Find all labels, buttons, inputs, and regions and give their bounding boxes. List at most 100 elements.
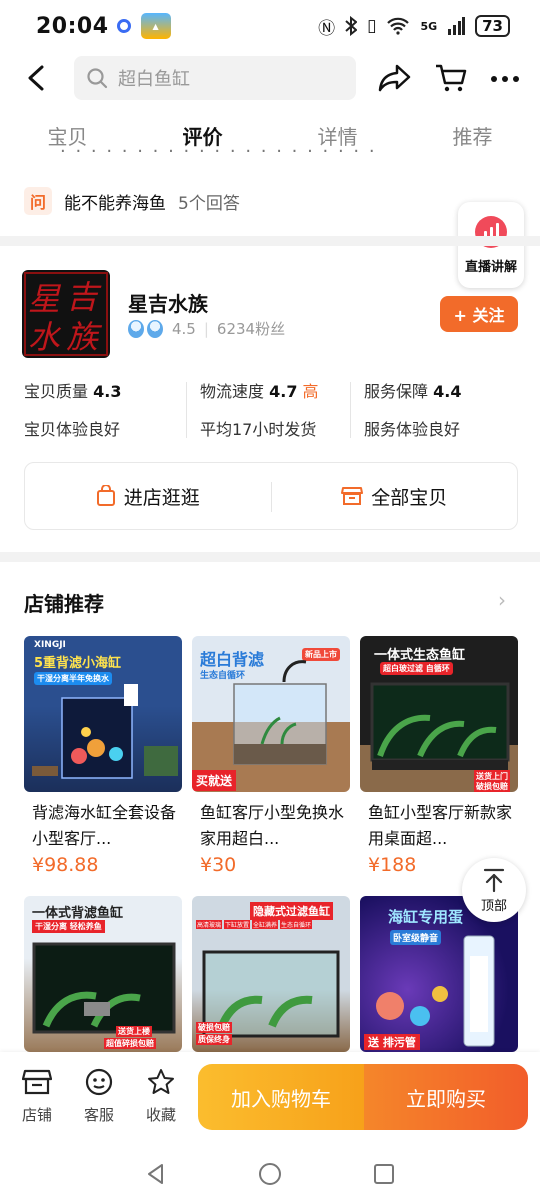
all-items-label: 全部宝贝 — [371, 486, 448, 509]
nav-home-icon[interactable] — [258, 1162, 282, 1186]
notification-dot-icon — [116, 19, 131, 33]
shop-actions: 进店逛逛 全部宝贝 — [24, 462, 518, 530]
metric-desc: 宝贝体验良好 — [24, 420, 121, 439]
qa-question: 能不能养海鱼 — [64, 193, 166, 214]
shop-logo-char: 族 — [66, 318, 103, 356]
metric-service: 服务保障 4.4 服务体验良好 — [364, 378, 524, 440]
product-image: 一体式背滤鱼缸 干湿分离 轻松养鱼 送货上楼 超值碎损包赔 — [24, 896, 182, 1052]
favorite-button[interactable]: 收藏 — [136, 1068, 186, 1125]
metric-score: 4.3 — [93, 382, 122, 401]
nav-recents-icon[interactable] — [372, 1162, 396, 1186]
search-icon — [87, 68, 108, 89]
cart-icon[interactable] — [434, 62, 468, 94]
more-icon[interactable] — [488, 62, 522, 94]
image-tag: 送 排污管 — [364, 1034, 420, 1050]
qa-answer-count: 5个回答 — [178, 193, 240, 214]
product-image: 一体式生态鱼缸 超白玻过滤 自循环 送货上门 破损包赔 — [360, 636, 518, 792]
qa-item[interactable]: 问 能不能养海鱼 5个回答 — [24, 184, 240, 218]
section-divider — [0, 236, 540, 246]
bag-icon — [96, 485, 115, 506]
search-input[interactable]: 超白鱼缸 — [74, 56, 356, 100]
product-card[interactable]: XINGJI 5重背滤小海缸 干湿分离半年免换水 背滤海水缸全套设备小型客厅..… — [24, 636, 182, 876]
status-bar: 20:04 ▲ Ⓝ ▯ 5G 73 — [0, 0, 540, 52]
signal-icon — [448, 17, 466, 35]
product-image: XINGJI 5重背滤小海缸 干湿分离半年免换水 — [24, 636, 182, 792]
shop-logo-char: 星 — [28, 280, 62, 318]
shop-logo-char: 吉 — [66, 278, 102, 316]
live-explain-label: 直播讲解 — [464, 259, 517, 275]
aquarium-illustration — [32, 684, 178, 779]
chevron-right-icon[interactable]: › — [498, 588, 506, 612]
nfc-icon: Ⓝ — [318, 18, 336, 39]
follow-button[interactable]: + 关注 — [440, 296, 518, 332]
metric-key: 宝贝质量 — [24, 382, 89, 401]
shop-meta: 4.5 | 6234粉丝 — [128, 318, 285, 339]
shop-name[interactable]: 星吉水族 — [128, 288, 208, 317]
nav-back-icon[interactable] — [144, 1162, 168, 1186]
arrow-up-icon — [483, 868, 505, 892]
favorite-label: 收藏 — [145, 1106, 176, 1124]
store-icon — [21, 1069, 53, 1095]
add-to-cart-button[interactable]: 加入购物车 — [198, 1064, 364, 1130]
shop-logo[interactable]: 星 吉 水 族 — [22, 270, 110, 358]
service-label: 客服 — [83, 1106, 114, 1124]
product-price: ¥98.88 — [32, 854, 99, 876]
product-card[interactable]: 隐藏式过滤鱼缸 高清玻璃 下缸放置 全缸满养 生态自循环 破损包赔 质保终身 — [192, 896, 350, 1052]
shop-fans: 6234粉丝 — [216, 320, 286, 338]
store-button[interactable]: 店铺 — [12, 1068, 62, 1125]
metric-desc: 服务体验良好 — [364, 420, 461, 439]
share-icon[interactable] — [378, 62, 412, 94]
product-price: ¥30 — [200, 854, 237, 876]
crown-medal-icon — [128, 319, 144, 338]
signal-label: 5G — [420, 19, 438, 33]
product-card[interactable]: 一体式生态鱼缸 超白玻过滤 自循环 送货上门 破损包赔 鱼缸小型客厅新款家用桌面… — [360, 636, 518, 876]
section-divider — [0, 552, 540, 562]
metric-score: 4.7 — [269, 382, 298, 401]
metric-key: 服务保障 — [364, 382, 429, 401]
metric-divider — [186, 382, 187, 438]
all-items-button[interactable]: 全部宝贝 — [272, 463, 518, 529]
vibrate-icon: ▯ — [367, 16, 377, 36]
product-title: 鱼缸客厅小型免换水家用超白... — [200, 803, 345, 848]
shop-logo-char: 水 — [28, 318, 62, 356]
star-icon — [148, 1069, 174, 1094]
service-button[interactable]: 客服 — [74, 1068, 124, 1125]
image-tag: 买就送 — [192, 770, 237, 791]
enter-shop-button[interactable]: 进店逛逛 — [25, 463, 271, 529]
buy-now-button[interactable]: 立即购买 — [364, 1064, 528, 1130]
product-card[interactable]: 一体式背滤鱼缸 干湿分离 轻松养鱼 送货上楼 超值碎损包赔 — [24, 896, 182, 1052]
product-image: 超白背滤 生态自循环 新品上市 买就送 — [192, 636, 350, 792]
status-time: 20:04 — [36, 13, 109, 39]
enter-shop-label: 进店逛逛 — [123, 486, 200, 509]
metric-desc: 平均17小时发货 — [200, 420, 317, 439]
metric-quality: 宝贝质量 4.3 宝贝体验良好 — [24, 378, 184, 440]
image-tag: 质保终身 — [196, 1034, 232, 1045]
product-title: 背滤海水缸全套设备小型客厅... — [32, 803, 177, 848]
image-tag: 破损包赔 — [474, 781, 510, 792]
product-card[interactable]: 超白背滤 生态自循环 新品上市 买就送 鱼缸客厅小型免换水家用超白... ¥30 — [192, 636, 350, 876]
back-arrow-icon[interactable] — [24, 64, 50, 92]
bottom-action-bar: 店铺 客服 收藏 加入购物车 立即购买 — [0, 1052, 540, 1148]
storefront-icon — [341, 487, 364, 505]
crown-medal-icon — [147, 319, 163, 338]
back-to-top-button[interactable]: 顶部 — [462, 858, 526, 922]
question-badge: 问 — [24, 187, 52, 215]
product-image: 隐藏式过滤鱼缸 高清玻璃 下缸放置 全缸满养 生态自循环 破损包赔 质保终身 — [192, 896, 350, 1052]
metric-divider — [350, 382, 351, 438]
search-placeholder: 超白鱼缸 — [118, 69, 190, 90]
image-tag: 破损包赔 — [196, 1022, 232, 1033]
battery-indicator: 73 — [475, 15, 510, 37]
metric-key: 物流速度 — [200, 382, 265, 401]
metric-score: 4.4 — [433, 382, 462, 401]
shop-rating: 4.5 — [172, 319, 196, 338]
aquarium-illustration — [233, 660, 327, 765]
service-icon — [85, 1068, 113, 1096]
scrolled-row-fragment: . . . . . . . . . . . . . . . . . . . . … — [0, 148, 540, 166]
app-badge-icon: ▲ — [140, 13, 171, 39]
aquarium-illustration — [370, 682, 510, 770]
back-to-top-label: 顶部 — [480, 898, 507, 914]
wifi-icon — [387, 17, 410, 35]
image-tag: 送货上楼 — [116, 1026, 152, 1037]
bluetooth-icon — [345, 16, 358, 36]
metric-flag: 高 — [302, 382, 319, 401]
